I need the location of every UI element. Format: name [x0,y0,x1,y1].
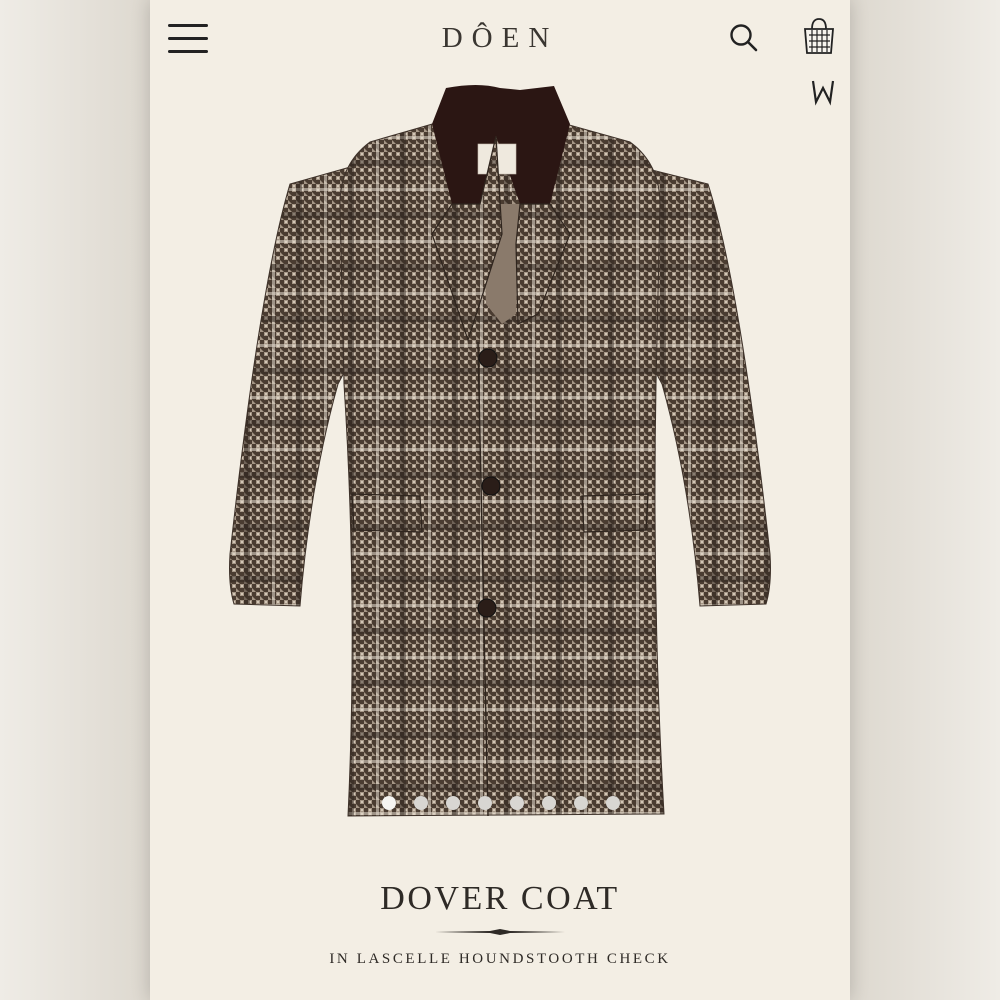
carousel-dot[interactable] [446,796,460,810]
background-right [850,0,1000,1000]
carousel-dot[interactable] [606,796,620,810]
product-subtitle: IN LASCELLE HOUNDSTOOTH CHECK [329,951,671,967]
carousel-dot[interactable] [414,796,428,810]
background-left [0,0,150,1000]
shopping-bag-icon [804,18,834,54]
title-divider [435,929,565,935]
product-title: DOVER COAT [380,880,620,917]
cart-button[interactable] [800,16,838,56]
carousel-dot[interactable] [478,796,492,810]
carousel-dot[interactable] [574,796,588,810]
carousel-dot[interactable] [542,796,556,810]
search-button[interactable] [728,22,760,54]
product-image[interactable] [220,84,780,824]
product-page: DÔEN DOVER COAT IN LASCELLE HOUNDSTOOTH … [150,0,850,1000]
carousel-dot[interactable] [382,796,396,810]
carousel-dots [382,796,620,810]
wishlist-button[interactable] [810,78,836,106]
search-icon [730,24,758,52]
carousel-dot[interactable] [510,796,524,810]
wishlist-icon [811,80,835,106]
